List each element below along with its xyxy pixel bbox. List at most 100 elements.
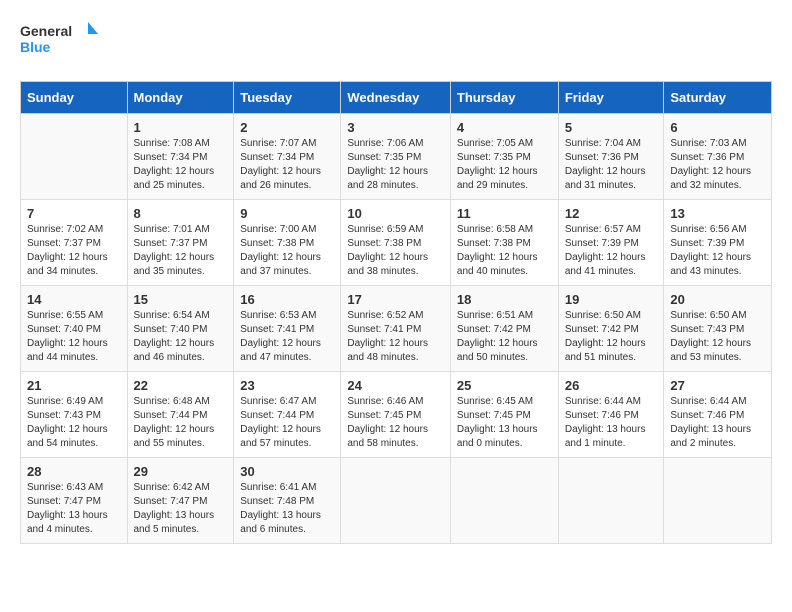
- cell-info: Sunrise: 6:53 AMSunset: 7:41 PMDaylight:…: [240, 310, 321, 363]
- date-number: 10: [347, 206, 444, 221]
- calendar-cell: 6 Sunrise: 7:03 AMSunset: 7:36 PMDayligh…: [664, 113, 772, 199]
- page-header: General Blue: [20, 20, 772, 65]
- cell-info: Sunrise: 6:54 AMSunset: 7:40 PMDaylight:…: [134, 310, 215, 363]
- calendar-cell: 4 Sunrise: 7:05 AMSunset: 7:35 PMDayligh…: [450, 113, 558, 199]
- weekday-header: Sunday: [21, 81, 128, 113]
- date-number: 4: [457, 120, 552, 135]
- cell-info: Sunrise: 6:46 AMSunset: 7:45 PMDaylight:…: [347, 396, 428, 449]
- logo: General Blue: [20, 20, 100, 65]
- calendar-cell: 16 Sunrise: 6:53 AMSunset: 7:41 PMDaylig…: [234, 285, 341, 371]
- weekday-header: Saturday: [664, 81, 772, 113]
- calendar-cell: 7 Sunrise: 7:02 AMSunset: 7:37 PMDayligh…: [21, 199, 128, 285]
- date-number: 16: [240, 292, 334, 307]
- calendar-cell: 28 Sunrise: 6:43 AMSunset: 7:47 PMDaylig…: [21, 457, 128, 543]
- weekday-header: Thursday: [450, 81, 558, 113]
- calendar-cell: 1 Sunrise: 7:08 AMSunset: 7:34 PMDayligh…: [127, 113, 234, 199]
- date-number: 12: [565, 206, 658, 221]
- calendar-cell: 15 Sunrise: 6:54 AMSunset: 7:40 PMDaylig…: [127, 285, 234, 371]
- calendar-cell: 18 Sunrise: 6:51 AMSunset: 7:42 PMDaylig…: [450, 285, 558, 371]
- cell-info: Sunrise: 6:50 AMSunset: 7:42 PMDaylight:…: [565, 310, 646, 363]
- date-number: 18: [457, 292, 552, 307]
- weekday-header: Wednesday: [341, 81, 451, 113]
- cell-info: Sunrise: 7:04 AMSunset: 7:36 PMDaylight:…: [565, 138, 646, 191]
- cell-info: Sunrise: 6:42 AMSunset: 7:47 PMDaylight:…: [134, 482, 215, 535]
- date-number: 19: [565, 292, 658, 307]
- cell-info: Sunrise: 6:48 AMSunset: 7:44 PMDaylight:…: [134, 396, 215, 449]
- cell-info: Sunrise: 6:43 AMSunset: 7:47 PMDaylight:…: [27, 482, 108, 535]
- cell-info: Sunrise: 6:44 AMSunset: 7:46 PMDaylight:…: [565, 396, 646, 449]
- calendar-cell: [450, 457, 558, 543]
- cell-info: Sunrise: 7:05 AMSunset: 7:35 PMDaylight:…: [457, 138, 538, 191]
- date-number: 27: [670, 378, 765, 393]
- calendar-cell: [558, 457, 664, 543]
- cell-info: Sunrise: 7:01 AMSunset: 7:37 PMDaylight:…: [134, 224, 215, 277]
- calendar-cell: 8 Sunrise: 7:01 AMSunset: 7:37 PMDayligh…: [127, 199, 234, 285]
- calendar-cell: 10 Sunrise: 6:59 AMSunset: 7:38 PMDaylig…: [341, 199, 451, 285]
- date-number: 23: [240, 378, 334, 393]
- calendar-cell: 3 Sunrise: 7:06 AMSunset: 7:35 PMDayligh…: [341, 113, 451, 199]
- calendar-cell: 27 Sunrise: 6:44 AMSunset: 7:46 PMDaylig…: [664, 371, 772, 457]
- date-number: 8: [134, 206, 228, 221]
- calendar-cell: 19 Sunrise: 6:50 AMSunset: 7:42 PMDaylig…: [558, 285, 664, 371]
- calendar-cell: 2 Sunrise: 7:07 AMSunset: 7:34 PMDayligh…: [234, 113, 341, 199]
- date-number: 2: [240, 120, 334, 135]
- date-number: 24: [347, 378, 444, 393]
- cell-info: Sunrise: 6:57 AMSunset: 7:39 PMDaylight:…: [565, 224, 646, 277]
- cell-info: Sunrise: 7:03 AMSunset: 7:36 PMDaylight:…: [670, 138, 751, 191]
- date-number: 20: [670, 292, 765, 307]
- date-number: 15: [134, 292, 228, 307]
- date-number: 11: [457, 206, 552, 221]
- weekday-header: Monday: [127, 81, 234, 113]
- cell-info: Sunrise: 6:59 AMSunset: 7:38 PMDaylight:…: [347, 224, 428, 277]
- date-number: 5: [565, 120, 658, 135]
- calendar-cell: 9 Sunrise: 7:00 AMSunset: 7:38 PMDayligh…: [234, 199, 341, 285]
- svg-text:Blue: Blue: [20, 39, 51, 55]
- calendar-cell: 17 Sunrise: 6:52 AMSunset: 7:41 PMDaylig…: [341, 285, 451, 371]
- calendar-cell: 29 Sunrise: 6:42 AMSunset: 7:47 PMDaylig…: [127, 457, 234, 543]
- cell-info: Sunrise: 6:52 AMSunset: 7:41 PMDaylight:…: [347, 310, 428, 363]
- cell-info: Sunrise: 7:02 AMSunset: 7:37 PMDaylight:…: [27, 224, 108, 277]
- cell-info: Sunrise: 7:07 AMSunset: 7:34 PMDaylight:…: [240, 138, 321, 191]
- svg-text:General: General: [20, 23, 72, 39]
- calendar-cell: 13 Sunrise: 6:56 AMSunset: 7:39 PMDaylig…: [664, 199, 772, 285]
- calendar-week-row: 7 Sunrise: 7:02 AMSunset: 7:37 PMDayligh…: [21, 199, 772, 285]
- cell-info: Sunrise: 6:45 AMSunset: 7:45 PMDaylight:…: [457, 396, 538, 449]
- logo-text: General Blue: [20, 20, 100, 65]
- calendar-cell: 14 Sunrise: 6:55 AMSunset: 7:40 PMDaylig…: [21, 285, 128, 371]
- date-number: 28: [27, 464, 121, 479]
- calendar-cell: 5 Sunrise: 7:04 AMSunset: 7:36 PMDayligh…: [558, 113, 664, 199]
- date-number: 22: [134, 378, 228, 393]
- cell-info: Sunrise: 6:55 AMSunset: 7:40 PMDaylight:…: [27, 310, 108, 363]
- calendar-week-row: 1 Sunrise: 7:08 AMSunset: 7:34 PMDayligh…: [21, 113, 772, 199]
- cell-info: Sunrise: 6:56 AMSunset: 7:39 PMDaylight:…: [670, 224, 751, 277]
- date-number: 25: [457, 378, 552, 393]
- cell-info: Sunrise: 6:51 AMSunset: 7:42 PMDaylight:…: [457, 310, 538, 363]
- date-number: 29: [134, 464, 228, 479]
- calendar-cell: 21 Sunrise: 6:49 AMSunset: 7:43 PMDaylig…: [21, 371, 128, 457]
- calendar-cell: 23 Sunrise: 6:47 AMSunset: 7:44 PMDaylig…: [234, 371, 341, 457]
- date-number: 14: [27, 292, 121, 307]
- calendar-cell: 30 Sunrise: 6:41 AMSunset: 7:48 PMDaylig…: [234, 457, 341, 543]
- weekday-header: Tuesday: [234, 81, 341, 113]
- date-number: 3: [347, 120, 444, 135]
- calendar-week-row: 14 Sunrise: 6:55 AMSunset: 7:40 PMDaylig…: [21, 285, 772, 371]
- calendar-week-row: 28 Sunrise: 6:43 AMSunset: 7:47 PMDaylig…: [21, 457, 772, 543]
- date-number: 1: [134, 120, 228, 135]
- calendar-cell: 20 Sunrise: 6:50 AMSunset: 7:43 PMDaylig…: [664, 285, 772, 371]
- cell-info: Sunrise: 6:49 AMSunset: 7:43 PMDaylight:…: [27, 396, 108, 449]
- calendar-cell: [341, 457, 451, 543]
- cell-info: Sunrise: 6:50 AMSunset: 7:43 PMDaylight:…: [670, 310, 751, 363]
- cell-info: Sunrise: 7:06 AMSunset: 7:35 PMDaylight:…: [347, 138, 428, 191]
- date-number: 21: [27, 378, 121, 393]
- date-number: 7: [27, 206, 121, 221]
- date-number: 17: [347, 292, 444, 307]
- date-number: 6: [670, 120, 765, 135]
- cell-info: Sunrise: 6:44 AMSunset: 7:46 PMDaylight:…: [670, 396, 751, 449]
- logo-svg: General Blue: [20, 20, 100, 60]
- calendar-cell: 24 Sunrise: 6:46 AMSunset: 7:45 PMDaylig…: [341, 371, 451, 457]
- date-number: 13: [670, 206, 765, 221]
- calendar-cell: [21, 113, 128, 199]
- calendar-cell: 22 Sunrise: 6:48 AMSunset: 7:44 PMDaylig…: [127, 371, 234, 457]
- weekday-header: Friday: [558, 81, 664, 113]
- header-row: SundayMondayTuesdayWednesdayThursdayFrid…: [21, 81, 772, 113]
